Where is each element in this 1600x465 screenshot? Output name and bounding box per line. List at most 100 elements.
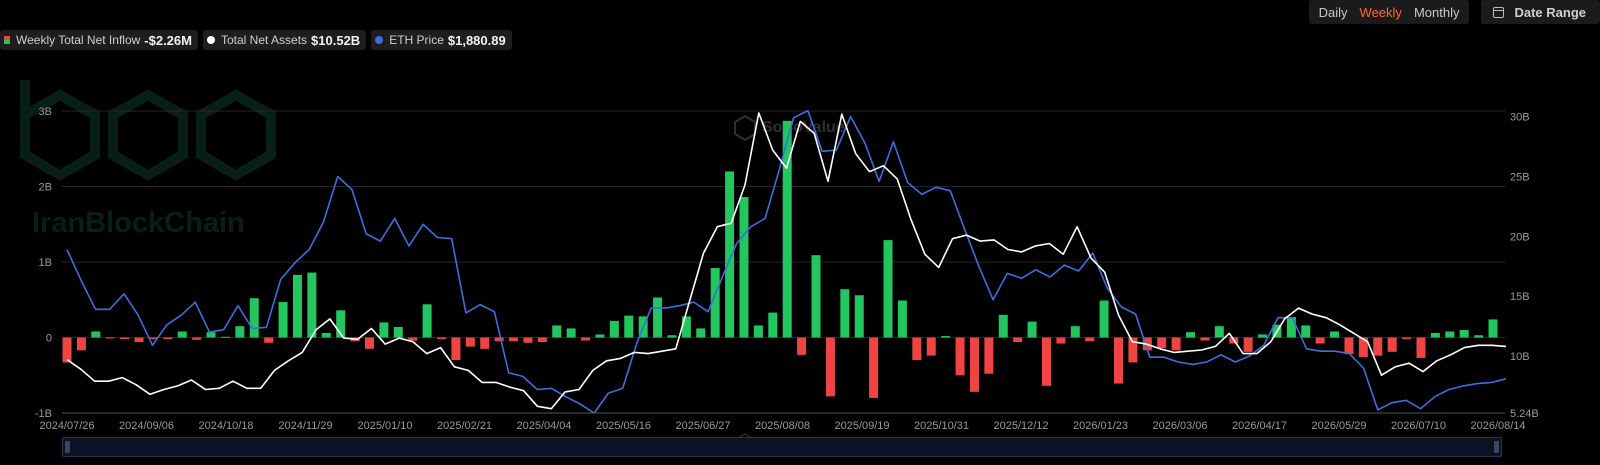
inflow-bar <box>1027 321 1037 338</box>
y-left-tick-label: 3B <box>39 106 52 118</box>
x-tick-label: 2026/05/29 <box>1311 420 1366 432</box>
inflow-bar <box>1200 337 1210 341</box>
white-dot-icon <box>206 36 215 44</box>
inflow-bar <box>869 337 879 398</box>
range-daily-button[interactable]: Daily <box>1313 5 1354 20</box>
inflow-bar <box>206 332 216 338</box>
x-tick-label: 2025/05/16 <box>596 420 651 432</box>
inflow-bar <box>681 316 691 338</box>
y-right-tick-label: 15B <box>1510 291 1530 303</box>
legend-label: Weekly Total Net Inflow <box>16 33 141 47</box>
inflow-bar <box>422 304 432 338</box>
inflow-bar <box>825 337 835 397</box>
inflow-bar <box>883 240 893 338</box>
blue-dot-icon <box>375 36 384 44</box>
inflow-bar <box>998 314 1008 338</box>
x-tick-label: 2026/07/10 <box>1391 420 1446 432</box>
chart-toolbar: Daily Weekly Monthly Date Range <box>1308 0 1600 24</box>
inflow-bar <box>494 337 504 342</box>
inflow-bar <box>1214 326 1224 338</box>
inflow-bar <box>969 337 979 392</box>
inflow-bars <box>62 120 1498 398</box>
x-tick-label: 2025/04/04 <box>516 420 571 432</box>
brand-watermark-text: IranBlockChain <box>32 207 245 239</box>
inflow-bar <box>552 325 562 338</box>
legend-eth-price[interactable]: ETH Price $1,880.89 <box>371 30 512 50</box>
inflow-bar <box>811 255 821 338</box>
x-tick-label: 2025/10/31 <box>914 420 969 432</box>
inflow-bar <box>120 337 130 340</box>
inflow-bar <box>1258 334 1268 338</box>
legend-value: -$2.26M <box>144 32 192 48</box>
inflow-bar <box>1301 325 1311 338</box>
legend-label: Total Net Assets <box>220 33 308 47</box>
navigator-left-handle[interactable] <box>65 441 70 453</box>
range-monthly-button[interactable]: Monthly <box>1408 5 1466 20</box>
x-tick-label: 2026/03/06 <box>1152 420 1207 432</box>
inflow-bar <box>307 272 317 338</box>
inflow-bar <box>1186 332 1196 338</box>
y-left-tick-label: 2B <box>39 182 52 194</box>
inflow-bar <box>1070 326 1080 338</box>
inflow-bar <box>797 337 807 355</box>
legend-value: $1,880.89 <box>447 32 506 48</box>
inflow-bar <box>667 335 677 338</box>
inflow-bar <box>609 320 619 338</box>
navigator-right-handle[interactable] <box>1494 441 1499 453</box>
x-tick-label: 2026/08/14 <box>1470 420 1525 432</box>
y-right-tick-label: 30B <box>1510 112 1530 124</box>
inflow-bar <box>897 300 907 338</box>
inflow-bar <box>62 337 72 363</box>
x-tick-label: 2025/09/19 <box>834 420 889 432</box>
range-weekly-button[interactable]: Weekly <box>1354 5 1408 20</box>
inflow-bar <box>1085 337 1095 342</box>
etf-flows-chart: IranBlockChain SoSoValue 3B 2B 1B 0 -1B 30B 25… <box>20 80 1539 451</box>
inflow-bar <box>696 328 706 338</box>
inflow-bar <box>840 289 850 338</box>
x-tick-label: 2025/01/10 <box>357 420 412 432</box>
legend-net-assets[interactable]: Total Net Assets $10.52B <box>202 30 367 50</box>
legend-net-inflow[interactable]: Weekly Total Net Inflow -$2.26M <box>0 30 198 50</box>
inflow-bar <box>177 331 187 338</box>
inflow-bar <box>278 302 288 338</box>
x-tick-label: 2025/08/08 <box>755 420 810 432</box>
inflow-bar <box>595 334 605 338</box>
inflow-bar <box>1445 331 1455 338</box>
x-tick-label: 2024/10/18 <box>198 420 253 432</box>
inflow-bar <box>451 337 461 361</box>
sosovalue-logo-icon <box>734 114 756 142</box>
time-navigator[interactable] <box>62 437 1502 457</box>
inflow-bar <box>249 298 259 338</box>
inflow-bar <box>566 328 576 338</box>
inflow-bar <box>105 337 115 339</box>
y-right-tick-label: 5.24B <box>1510 408 1539 420</box>
sosovalue-watermark-text: SoSoValue <box>762 119 845 136</box>
inflow-bar <box>537 337 547 343</box>
y-left-tick-label: -1B <box>35 408 52 420</box>
green-red-bar-icon <box>4 36 10 44</box>
inflow-bar <box>480 337 490 349</box>
inflow-bar <box>1157 337 1167 349</box>
inflow-bar <box>653 297 663 338</box>
date-range-button[interactable]: Date Range <box>1481 0 1600 24</box>
calendar-icon <box>1493 6 1505 18</box>
legend-label: ETH Price <box>389 33 444 47</box>
inflow-bar <box>581 337 591 341</box>
inflow-bar <box>379 322 389 338</box>
inflow-bar <box>91 331 101 338</box>
inflow-bar <box>220 336 230 338</box>
inflow-bar <box>1041 337 1051 386</box>
inflow-bar <box>292 274 302 338</box>
y-left-tick-label: 0 <box>46 333 52 345</box>
inflow-bar <box>624 315 634 338</box>
hexagon-logo-shape-2 <box>108 89 188 181</box>
inflow-bar <box>941 335 951 338</box>
date-range-label: Date Range <box>1514 4 1586 20</box>
inflow-bar <box>321 332 331 338</box>
legend-value: $10.52B <box>311 32 361 48</box>
inflow-bar <box>1330 331 1340 338</box>
inflow-bar <box>1315 337 1325 344</box>
inflow-bar <box>984 337 994 374</box>
inflow-bar <box>854 295 864 338</box>
hexagon-logo-shape-3 <box>196 89 276 181</box>
